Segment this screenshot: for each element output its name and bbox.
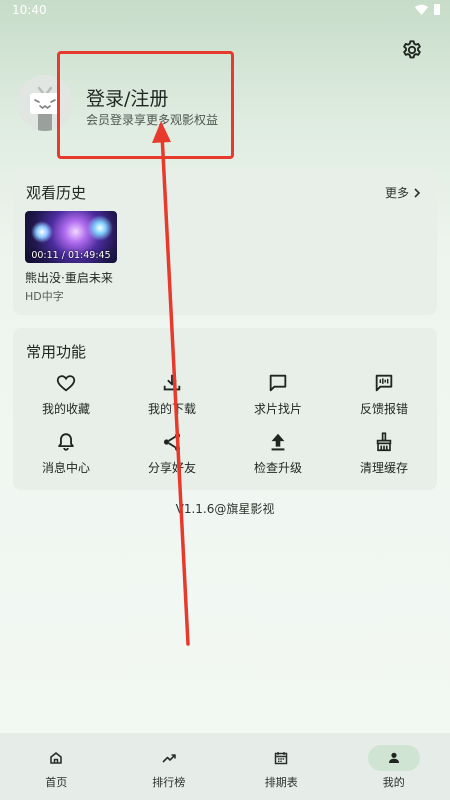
nav-mine[interactable]: 我的 xyxy=(338,733,450,800)
settings-gear-icon[interactable] xyxy=(401,39,423,61)
func-label: 清理缓存 xyxy=(359,461,408,475)
calendar-icon xyxy=(275,752,288,765)
nav-label: 排期表 xyxy=(264,776,298,789)
login-subtitle: 会员登录享更多观影权益 xyxy=(86,113,219,127)
more-label: 更多 xyxy=(384,186,409,200)
share-button[interactable]: 分享好友 xyxy=(119,431,225,476)
person-icon xyxy=(388,752,399,763)
downloads-button[interactable]: 我的下载 xyxy=(119,372,225,417)
trending-icon xyxy=(162,754,176,763)
video-title: 熊出没·重启未来 xyxy=(25,271,113,285)
watch-history-card: 观看历史 更多 00:11 / 01:49:45 熊出没·重启未来 HD中字 xyxy=(13,169,437,315)
history-more-link[interactable]: 更多 xyxy=(385,184,421,201)
login-register-link[interactable]: 登录/注册 xyxy=(86,84,168,111)
version-text: V1.1.6@旗星影视 xyxy=(175,502,275,516)
feedback-button[interactable]: 反馈报错 xyxy=(331,372,437,417)
nav-label: 排行榜 xyxy=(152,776,186,789)
clear-cache-button[interactable]: 清理缓存 xyxy=(331,431,437,476)
check-update-button[interactable]: 检查升级 xyxy=(225,431,331,476)
func-label: 消息中心 xyxy=(41,461,90,475)
func-label: 反馈报错 xyxy=(359,402,408,416)
share-icon xyxy=(163,433,181,451)
messages-button[interactable]: 消息中心 xyxy=(13,431,119,476)
video-thumbnail: 00:11 / 01:49:45 xyxy=(25,211,117,263)
func-label: 求片找片 xyxy=(253,402,302,416)
favorites-button[interactable]: 我的收藏 xyxy=(13,372,119,417)
nav-label: 首页 xyxy=(45,776,68,789)
home-icon xyxy=(50,752,63,764)
broom-icon xyxy=(376,432,392,452)
nav-label: 我的 xyxy=(382,776,405,789)
chat-icon xyxy=(269,374,287,392)
nav-home[interactable]: 首页 xyxy=(0,733,113,800)
common-functions-card: 常用功能 我的收藏 我的下载 求片找片 反馈报错 消息中心 分享好友 检查升级 xyxy=(13,328,437,490)
download-icon xyxy=(163,374,181,391)
tv-mascot-icon xyxy=(17,75,73,131)
avatar[interactable] xyxy=(17,75,73,131)
request-movie-button[interactable]: 求片找片 xyxy=(225,372,331,417)
heart-icon xyxy=(56,375,76,392)
status-bar: 10:40 xyxy=(0,0,450,22)
upgrade-icon xyxy=(271,433,285,451)
common-functions-title: 常用功能 xyxy=(26,343,87,361)
func-label: 我的收藏 xyxy=(41,402,90,416)
system-icons xyxy=(415,4,440,15)
battery-icon xyxy=(434,4,440,15)
feedback-icon xyxy=(375,374,393,392)
wifi-icon xyxy=(415,4,428,15)
func-label: 分享好友 xyxy=(147,461,196,475)
status-time: 10:40 xyxy=(12,3,47,17)
bell-icon xyxy=(58,433,74,451)
video-progress-duration: 00:11 / 01:49:45 xyxy=(31,250,111,261)
chevron-right-icon xyxy=(414,187,421,198)
nav-schedule[interactable]: 排期表 xyxy=(225,733,338,800)
bottom-nav: 首页 排行榜 排期表 我的 xyxy=(0,733,450,800)
watch-history-title: 观看历史 xyxy=(26,184,87,202)
nav-ranking[interactable]: 排行榜 xyxy=(113,733,226,800)
functions-grid: 我的收藏 我的下载 求片找片 反馈报错 消息中心 分享好友 检查升级 清理缓存 xyxy=(13,372,437,476)
video-quality: HD中字 xyxy=(25,290,64,303)
func-label: 检查升级 xyxy=(253,461,302,475)
history-item[interactable]: 00:11 / 01:49:45 熊出没·重启未来 HD中字 xyxy=(25,211,137,304)
func-label: 我的下载 xyxy=(147,402,196,416)
